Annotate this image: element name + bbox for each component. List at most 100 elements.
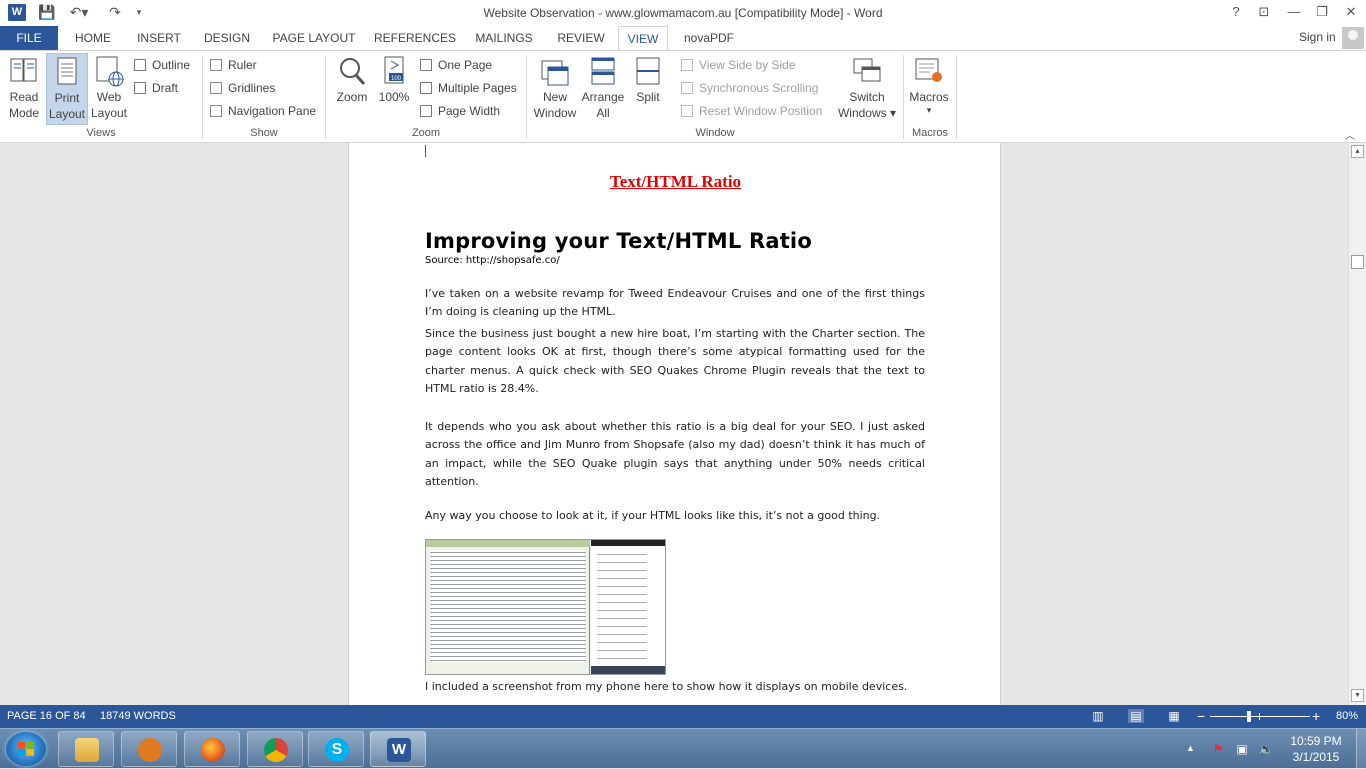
print-layout-icon [52,56,82,88]
scroll-down-icon[interactable]: ▼ [1351,689,1364,702]
avatar[interactable] [1342,27,1364,49]
tab-home[interactable]: HOME [64,26,122,50]
tab-mailings[interactable]: MAILINGS [466,26,542,50]
source-line: Source: http://shopsafe.co/ [425,255,560,266]
arrange-all-button[interactable]: Arrange All [580,55,626,121]
split-label: Split [636,90,660,104]
zoom-out-icon[interactable]: − [1197,705,1205,728]
undo-icon[interactable]: ↶▾ [66,3,92,21]
web-layout-button[interactable]: Web Layout [90,55,128,121]
page-width-button[interactable]: Page Width [420,102,500,120]
folder-icon [75,738,99,762]
outline-button[interactable]: Outline [134,56,190,74]
one-page-button[interactable]: One Page [420,56,492,74]
switch-windows-button[interactable]: Switch Windows ▾ [834,55,900,121]
vertical-scrollbar[interactable]: ▲ ▼ [1348,143,1366,705]
help-button[interactable]: ? [1221,0,1251,24]
page-count[interactable]: PAGE 16 OF 84 [7,705,86,728]
tab-view[interactable]: VIEW [618,26,668,50]
zoom-button[interactable]: Zoom [332,55,372,105]
skype-icon: S [325,738,349,762]
svg-text:100: 100 [391,76,402,82]
tab-page-layout[interactable]: PAGE LAYOUT [266,26,362,50]
customize-qat-icon[interactable]: ▾ [132,3,146,21]
taskbar-firefox[interactable] [184,731,240,767]
taskbar-skype[interactable]: S [308,731,364,767]
gridlines-label: Gridlines [228,81,276,95]
embedded-screenshot-image[interactable] [425,539,666,675]
view-side-by-side-button[interactable]: View Side by Side [681,56,796,74]
switch-windows-icon [852,55,882,87]
sign-in-link[interactable]: Sign in [1299,26,1336,50]
read-mode-button[interactable]: Read Mode [4,55,44,121]
navigation-pane-checkbox[interactable]: Navigation Pane [210,102,316,120]
show-desktop-button[interactable] [1356,729,1366,769]
read-mode-label-2: Mode [8,106,40,120]
views-group-label: Views [86,127,116,139]
arrange-all-label-1: Arrange [581,90,625,104]
print-layout-button[interactable]: Print Layout [46,53,88,125]
read-mode-view-icon[interactable]: ▥ [1090,709,1106,723]
zoom-slider[interactable] [1210,716,1310,717]
multiple-pages-button[interactable]: Multiple Pages [420,79,517,97]
macros-button[interactable]: Macros ▾ [906,55,952,115]
new-window-button[interactable]: New Window [532,55,578,121]
macros-label: Macros [909,90,949,104]
web-layout-view-icon[interactable]: ▦ [1166,709,1182,723]
ribbon-display-options-icon[interactable]: ⊡ [1249,0,1279,24]
clock-time[interactable]: 10:59 PM [1280,734,1352,748]
multiple-pages-icon [420,82,432,94]
network-icon[interactable]: ▣ [1234,741,1250,757]
title-bar: W 💾 ↶▾ ↷ ▾ Website Observation - www.glo… [0,0,1366,26]
clock-date[interactable]: 3/1/2015 [1280,750,1352,764]
scroll-thumb[interactable] [1351,255,1364,269]
new-window-label-2: Window [533,106,577,120]
split-button[interactable]: Split [628,55,668,105]
tab-file[interactable]: FILE [0,26,58,50]
tab-review[interactable]: REVIEW [550,26,612,50]
zoom-label: Zoom [336,90,368,104]
gridlines-checkbox-box[interactable] [210,82,222,94]
document-page[interactable]: Text/HTML Ratio Improving your Text/HTML… [348,143,1001,705]
word-icon: W [387,738,411,762]
gridlines-checkbox[interactable]: Gridlines [210,79,275,97]
scroll-up-icon[interactable]: ▲ [1351,145,1364,158]
close-icon[interactable]: ✕ [1336,0,1366,24]
document-area[interactable]: Text/HTML Ratio Improving your Text/HTML… [0,143,1348,705]
redo-icon[interactable]: ↷ [106,3,124,21]
save-icon[interactable]: 💾 [38,3,56,21]
print-layout-view-icon[interactable]: ▤ [1128,709,1144,723]
zoom-in-icon[interactable]: + [1312,705,1320,728]
reset-window-position-button[interactable]: Reset Window Position [681,102,822,120]
tab-insert[interactable]: INSERT [130,26,188,50]
taskbar-chrome[interactable] [247,731,303,767]
minimize-icon[interactable]: — [1279,0,1309,24]
word-count[interactable]: 18749 WORDS [100,705,176,728]
show-hidden-icons[interactable]: ▲ [1186,743,1195,753]
macros-dropdown-icon[interactable]: ▾ [906,105,952,115]
volume-icon[interactable]: 🔈 [1258,741,1274,757]
taskbar-word[interactable]: W [370,731,426,767]
taskbar-media-player[interactable] [121,731,177,767]
navigation-pane-checkbox-box[interactable] [210,105,222,117]
page-width-icon [420,105,432,117]
restore-icon[interactable]: ❐ [1307,0,1337,24]
sync-scroll-icon [681,82,693,94]
zoom-slider-thumb[interactable] [1247,711,1251,722]
ruler-checkbox[interactable]: Ruler [210,56,257,74]
tab-references[interactable]: REFERENCES [372,26,458,50]
ruler-checkbox-box[interactable] [210,59,222,71]
word-app-icon[interactable]: W [8,4,26,21]
draft-button[interactable]: Draft [134,79,178,97]
zoom-percent[interactable]: 80% [1336,705,1358,728]
tab-novapdf[interactable]: novaPDF [676,26,742,50]
draft-icon [134,82,146,94]
read-mode-icon [9,55,39,87]
taskbar-file-explorer[interactable] [58,731,114,767]
action-center-icon[interactable]: ⚑ [1210,741,1226,757]
tab-design[interactable]: DESIGN [198,26,256,50]
synchronous-scrolling-button[interactable]: Synchronous Scrolling [681,79,818,97]
zoom-100-button[interactable]: 100 100% [374,55,414,105]
collapse-ribbon-icon[interactable]: ︿ [1345,127,1355,142]
start-button[interactable] [6,732,46,766]
